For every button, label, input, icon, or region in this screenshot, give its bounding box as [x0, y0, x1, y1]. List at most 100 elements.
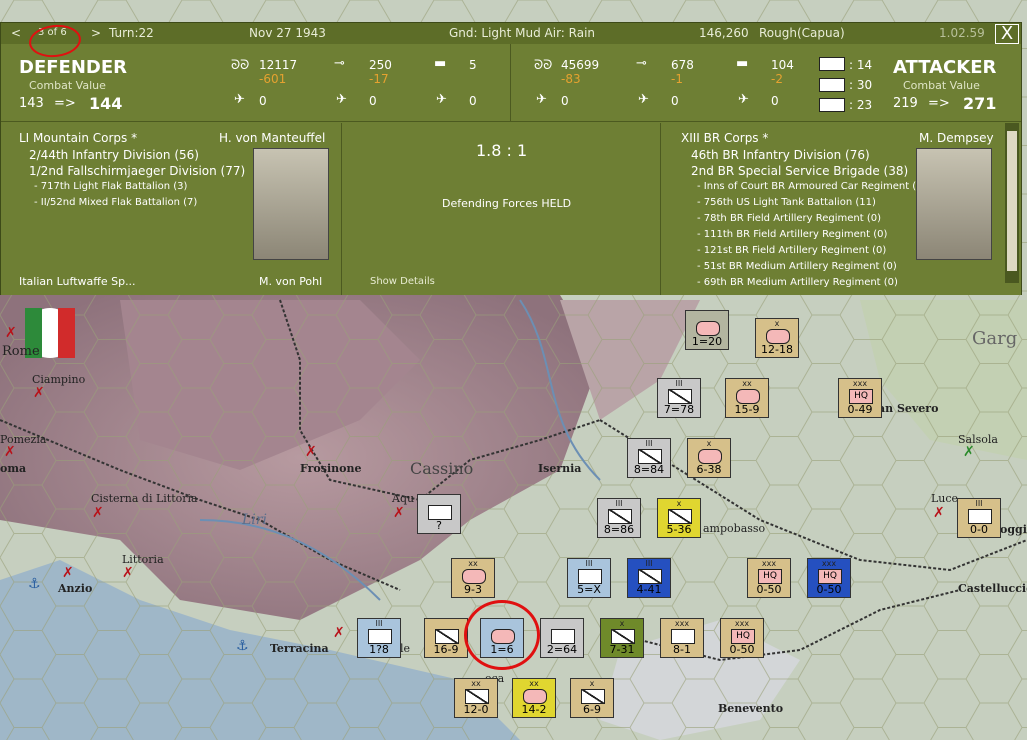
- close-button[interactable]: X: [995, 24, 1019, 44]
- tank-icon: ▬: [434, 56, 447, 71]
- combat-stats: DEFENDER Combat Value 143 => 144 ᘐᘐ 1211…: [1, 44, 1021, 122]
- unit-counter[interactable]: xxx HQ 0-49: [838, 378, 882, 418]
- unit-size: xx: [468, 559, 478, 568]
- hq-icon: HQ: [758, 569, 782, 584]
- airfield-icon[interactable]: ✗: [933, 505, 945, 521]
- label-luce: Luce: [931, 492, 959, 505]
- unit-counter[interactable]: x 12-18: [755, 318, 799, 358]
- unit-counter[interactable]: xx 12-0: [454, 678, 498, 718]
- label-benevento: Benevento: [718, 702, 784, 715]
- label-le: le: [400, 642, 411, 655]
- airfield-icon[interactable]: ✗: [4, 444, 16, 460]
- weather-label: Gnd: Light Mud Air: Rain: [449, 26, 596, 40]
- scrollbar-thumb[interactable]: [1007, 131, 1017, 271]
- show-details-link[interactable]: Show Details: [370, 276, 435, 287]
- attacker-subunit[interactable]: - 69th BR Medium Artillery Regiment (0): [697, 277, 898, 287]
- unit-counter[interactable]: III 8=84: [627, 438, 671, 478]
- defender-corps[interactable]: LI Mountain Corps *: [19, 131, 137, 145]
- airfield-icon[interactable]: ✗: [333, 625, 345, 641]
- attacker-cv-to: 271: [963, 94, 997, 113]
- next-button[interactable]: >: [91, 26, 101, 40]
- unit-counter[interactable]: ?: [417, 494, 461, 534]
- unit-strength: 6-38: [696, 463, 722, 476]
- airfield-icon[interactable]: ✗: [5, 325, 17, 341]
- count-1: : 14: [849, 58, 873, 72]
- airfield-icon[interactable]: ✗: [963, 444, 975, 460]
- label-liri: Liri: [242, 512, 267, 528]
- date-label: Nov 27 1943: [249, 26, 326, 40]
- airfield-icon[interactable]: ✗: [33, 385, 45, 401]
- unit-counter[interactable]: xxx HQ 0-50: [807, 558, 851, 598]
- unit-counter[interactable]: III 0-0: [957, 498, 1001, 538]
- unit-counter[interactable]: x 7-31: [600, 618, 644, 658]
- combat-report-panel: < 3 of 6 > Turn:22 Nov 27 1943 Gnd: Ligh…: [0, 22, 1022, 295]
- mtn-icon: [551, 629, 575, 644]
- unit-counter[interactable]: x 6-38: [687, 438, 731, 478]
- airfield-icon[interactable]: ✗: [393, 505, 405, 521]
- airfield-icon[interactable]: ✗: [122, 565, 134, 581]
- unit-strength: 7-31: [609, 643, 635, 656]
- prev-button[interactable]: <: [11, 26, 21, 40]
- unit-counter[interactable]: xxx 8-1: [660, 618, 704, 658]
- unit-size: x: [706, 439, 712, 448]
- defender-subunit[interactable]: - 717th Light Flak Battalion (3): [34, 181, 187, 192]
- label-anzio: Anzio: [58, 582, 93, 595]
- attacker-subunit[interactable]: - 78th BR Field Artillery Regiment (0): [697, 213, 881, 224]
- unit-counter[interactable]: III 8=86: [597, 498, 641, 538]
- defender-cv-label: Combat Value: [29, 79, 106, 92]
- defender-cut-commander: M. von Pohl: [259, 275, 323, 287]
- unit-strength: 1=20: [691, 335, 723, 348]
- attacker-subunit[interactable]: - 51st BR Medium Artillery Regiment (0): [697, 261, 897, 272]
- unit-counter[interactable]: xx 9-3: [451, 558, 495, 598]
- unit-counter[interactable]: 2=64: [540, 618, 584, 658]
- attacker-corps[interactable]: XIII BR Corps *: [681, 131, 768, 145]
- airfield-icon[interactable]: ✗: [92, 505, 104, 521]
- armor-icon: [698, 449, 722, 464]
- attacker-unit[interactable]: 46th BR Infantry Division (76): [691, 148, 870, 162]
- defender-unit[interactable]: 2/44th Infantry Division (56): [29, 148, 199, 162]
- attacker-subunit[interactable]: - 756th US Light Tank Battalion (11): [697, 197, 876, 208]
- unit-counter[interactable]: 1=20: [685, 310, 729, 350]
- unit-counter[interactable]: III 7=78: [657, 378, 701, 418]
- unit-counter[interactable]: xx 14-2: [512, 678, 556, 718]
- unit-strength: 0-49: [847, 403, 873, 416]
- defender-cut-corps: Italian Luftwaffe Sp...: [19, 275, 136, 287]
- defender-men-loss: -601: [259, 72, 287, 86]
- attacker-subunit[interactable]: - 111th BR Field Artillery Regiment (0): [697, 229, 887, 240]
- scrollbar[interactable]: [1005, 123, 1019, 283]
- unit-size: III: [375, 619, 383, 628]
- unit-size: x: [676, 499, 682, 508]
- tactical-icon: ✈: [738, 92, 749, 107]
- unit-counter[interactable]: xxx HQ 0-50: [747, 558, 791, 598]
- label-oma: oma: [0, 462, 27, 475]
- attacker-subunit[interactable]: - Inns of Court BR Armoured Car Regiment…: [697, 181, 933, 192]
- unit-counter[interactable]: 16-9: [424, 618, 468, 658]
- inf-icon: [638, 449, 662, 464]
- unit-strength: 16-9: [433, 643, 459, 656]
- defender-subunit[interactable]: - II/52nd Mixed Flak Battalion (7): [34, 197, 197, 208]
- attacker-cv-label: Combat Value: [903, 79, 980, 92]
- inf-icon: [435, 629, 459, 644]
- unit-counter[interactable]: III 1?8: [357, 618, 401, 658]
- airfield-icon[interactable]: ✗: [305, 444, 317, 460]
- unit-counter[interactable]: III 4-41: [627, 558, 671, 598]
- unit-counter[interactable]: x 6-9: [570, 678, 614, 718]
- unit-counter[interactable]: x 5-36: [657, 498, 701, 538]
- inf-icon: [668, 509, 692, 524]
- defender-unit[interactable]: 1/2nd Fallschirmjaeger Division (77): [29, 164, 245, 178]
- attacker-fighters: 0: [561, 94, 569, 108]
- unit-size: III: [645, 439, 653, 448]
- unit-counter[interactable]: xxx HQ 0-50: [720, 618, 764, 658]
- unit-counter[interactable]: xx 15-9: [725, 378, 769, 418]
- attacker-subunit[interactable]: - 121st BR Field Artillery Regiment (0): [697, 245, 886, 256]
- airfield-icon[interactable]: ✗: [62, 565, 74, 581]
- unit-strength: 6-9: [583, 703, 601, 716]
- label-castelluccio: Castelluccio: [958, 582, 1027, 595]
- count-3: : 23: [849, 98, 873, 112]
- unit-counter[interactable]: III 5=X: [567, 558, 611, 598]
- defender-commander-portrait: [253, 148, 329, 260]
- unit-size: xxx: [852, 379, 868, 388]
- unit-size: III: [675, 379, 683, 388]
- attacker-unit[interactable]: 2nd BR Special Service Brigade (38): [691, 164, 908, 178]
- armor-icon: [766, 329, 790, 344]
